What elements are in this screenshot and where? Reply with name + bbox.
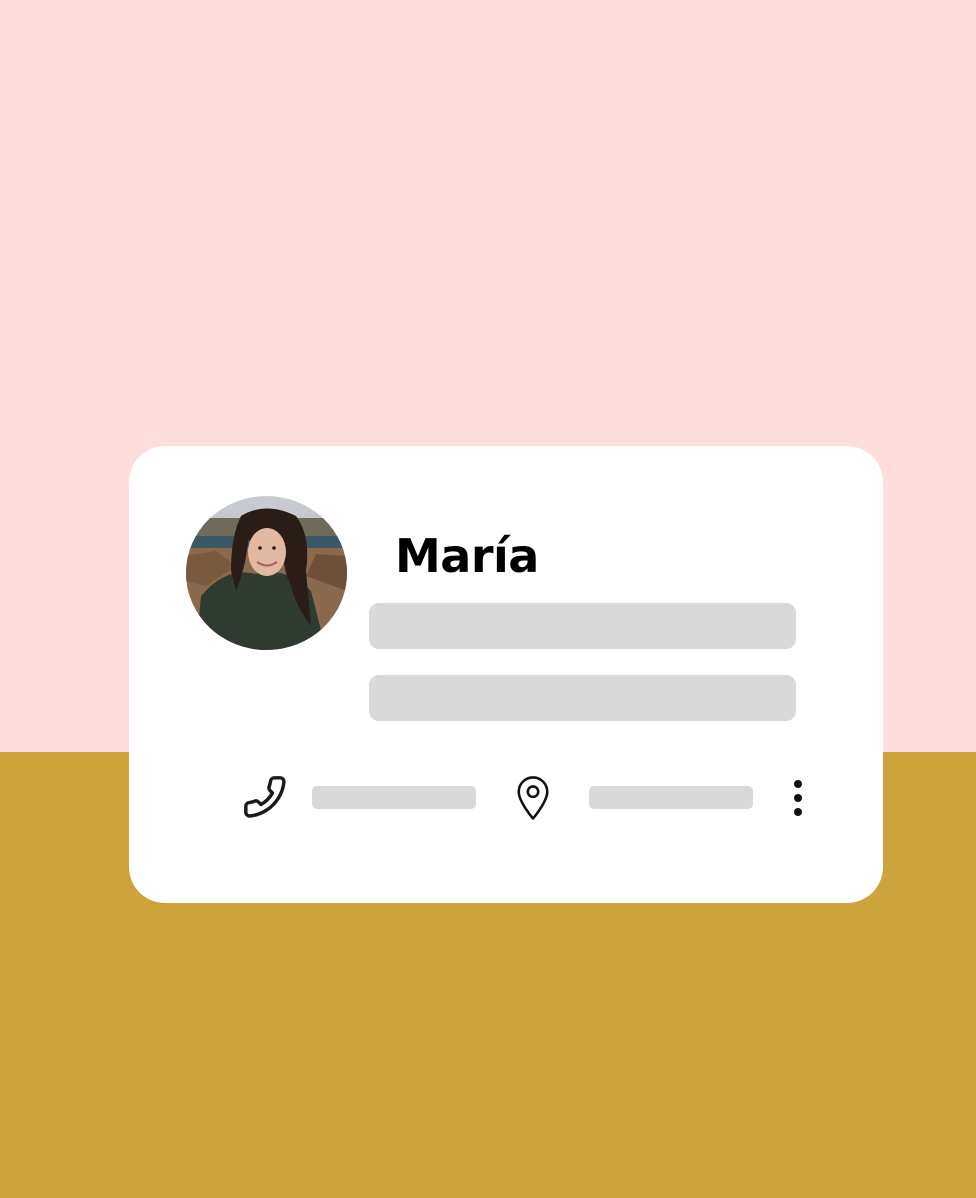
profile-card: María <box>129 446 883 903</box>
phone-icon[interactable] <box>242 774 288 820</box>
placeholder-line-1 <box>369 603 796 649</box>
avatar <box>186 496 347 650</box>
location-placeholder <box>589 786 753 809</box>
placeholder-line-2 <box>369 675 796 721</box>
profile-photo <box>186 496 347 650</box>
phone-placeholder <box>312 786 476 809</box>
profile-name: María <box>395 529 539 583</box>
more-vertical-icon[interactable] <box>787 778 809 818</box>
location-pin-icon[interactable] <box>514 774 552 822</box>
